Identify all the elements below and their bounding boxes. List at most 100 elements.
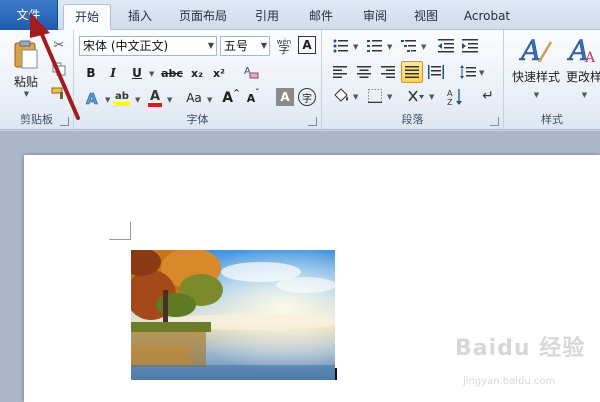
ribbon: 粘贴 ▼ ✂ 剪贴板 宋体 (中文正文) ▼ 五号 ▼ wén 字 A B I … <box>0 30 600 130</box>
paintbrush-icon <box>51 87 63 99</box>
inserted-landscape-picture[interactable] <box>131 250 335 380</box>
font-size-value: 五号 <box>224 39 249 53</box>
tab-review[interactable]: 审阅 <box>352 4 398 30</box>
chevron-down-icon[interactable]: ▼ <box>167 96 172 104</box>
distribute-icon <box>428 65 444 79</box>
asian-layout-icon <box>408 90 424 102</box>
tab-home[interactable]: 开始 <box>63 4 111 30</box>
phonetic-guide-button[interactable]: wén 字 <box>274 36 294 56</box>
chevron-down-icon[interactable]: ▼ <box>421 43 426 51</box>
chevron-down-icon[interactable]: ▼ <box>353 93 358 101</box>
quick-styles-label: 快速样式 <box>511 70 560 84</box>
font-name-combo[interactable]: 宋体 (中文正文) ▼ <box>79 36 217 56</box>
svg-text:A: A <box>86 90 98 107</box>
tab-mailings[interactable]: 邮件 <box>298 4 344 30</box>
line-spacing-icon <box>460 65 476 79</box>
change-styles-button[interactable]: A A 更改样 ▼ <box>564 32 600 106</box>
paste-icon <box>14 40 38 68</box>
paste-label: 粘贴 <box>13 74 38 89</box>
align-right-icon <box>381 66 395 78</box>
tab-acrobat[interactable]: Acrobat <box>456 4 518 30</box>
grow-font-button[interactable]: A ^ <box>222 88 240 108</box>
justify-button[interactable] <box>401 61 423 83</box>
font-size-combo[interactable]: 五号 ▼ <box>220 36 270 56</box>
chevron-down-icon[interactable]: ▼ <box>135 96 140 104</box>
grow-font-icon: A <box>222 90 234 106</box>
chevron-down-icon[interactable]: ▼ <box>353 43 358 51</box>
show-marks-button[interactable]: ↵ <box>478 86 498 106</box>
quick-styles-button[interactable]: A 快速样式 ▼ <box>510 32 562 106</box>
enclose-characters-button[interactable]: 字 <box>298 88 316 106</box>
line-spacing-button[interactable] <box>458 62 478 82</box>
distribute-button[interactable] <box>426 62 446 82</box>
tab-page-layout[interactable]: 页面布局 <box>170 4 236 30</box>
chevron-down-icon[interactable]: ▼ <box>387 43 392 51</box>
chevron-down-icon[interactable]: ▼ <box>387 93 392 101</box>
svg-text:A: A <box>584 50 596 66</box>
chinese-layout-button[interactable] <box>404 86 428 106</box>
bullets-button[interactable] <box>330 36 352 56</box>
align-left-button[interactable] <box>330 62 350 82</box>
chevron-down-icon[interactable]: ▼ <box>479 69 484 77</box>
tab-insert[interactable]: 插入 <box>116 4 164 30</box>
chevron-down-icon[interactable]: ▼ <box>429 93 434 101</box>
paste-button[interactable]: 粘贴 ▼ <box>6 34 46 102</box>
highlight-button[interactable]: ab <box>112 88 132 108</box>
borders-button[interactable] <box>364 86 386 106</box>
clear-formatting-button[interactable]: A <box>240 62 262 82</box>
italic-button[interactable]: I <box>104 64 122 82</box>
font-dialog-launcher[interactable] <box>308 117 317 126</box>
bold-button[interactable]: B <box>82 64 100 82</box>
chevron-down-icon: ▼ <box>533 91 540 99</box>
scissors-icon: ✂ <box>53 37 65 53</box>
font-color-swatch <box>148 102 162 107</box>
chevron-down-icon[interactable]: ▼ <box>208 37 214 55</box>
shading-button[interactable] <box>330 86 352 106</box>
tab-references[interactable]: 引用 <box>244 4 290 30</box>
character-shading-button[interactable]: A <box>276 88 294 106</box>
font-color-icon: A <box>149 88 161 104</box>
align-right-button[interactable] <box>378 62 398 82</box>
text-effects-button[interactable]: A <box>82 88 104 108</box>
copy-button[interactable] <box>50 60 68 78</box>
font-color-button[interactable]: A <box>146 88 164 108</box>
decrease-indent-button[interactable] <box>436 36 456 56</box>
font-group-label: 字体 <box>186 113 209 126</box>
align-center-button[interactable] <box>354 62 374 82</box>
shrink-font-button[interactable]: Aˇ <box>244 88 262 108</box>
multilevel-list-button[interactable] <box>398 36 420 56</box>
clipboard-group: 粘贴 ▼ ✂ 剪贴板 <box>0 30 74 129</box>
numbering-button[interactable] <box>364 36 386 56</box>
tab-file[interactable]: 文件 <box>0 0 58 30</box>
chevron-down-icon[interactable]: ▼ <box>207 96 212 104</box>
chevron-down-icon[interactable]: ▼ <box>105 96 110 104</box>
format-painter-button[interactable] <box>50 84 68 102</box>
chevron-down-icon: ▼ <box>581 91 588 99</box>
shrink-font-icon: A <box>246 91 256 105</box>
tab-view[interactable]: 视图 <box>403 4 449 30</box>
superscript-button[interactable]: x² <box>210 64 228 82</box>
strikethrough-button[interactable]: abc <box>160 64 184 82</box>
outdent-icon <box>438 39 454 53</box>
clipboard-dialog-launcher[interactable] <box>60 117 69 126</box>
chevron-down-icon[interactable]: ▼ <box>149 70 154 78</box>
underline-button[interactable]: U <box>128 64 146 82</box>
subscript-button[interactable]: x₂ <box>188 64 206 82</box>
change-case-button[interactable]: Aa <box>182 88 206 108</box>
indent-icon <box>462 39 478 53</box>
styles-group: A 快速样式 ▼ A A 更改样 ▼ 样式 <box>504 30 600 129</box>
styles-group-label: 样式 <box>541 113 563 126</box>
character-border-button[interactable]: A <box>298 36 316 54</box>
text-cursor <box>335 368 337 380</box>
increase-indent-button[interactable] <box>460 36 480 56</box>
font-name-value: 宋体 (中文正文) <box>83 39 169 53</box>
chevron-down-icon[interactable]: ▼ <box>261 37 267 55</box>
ribbon-tab-bar: 文件 开始 插入 页面布局 引用 邮件 审阅 视图 Acrobat <box>0 0 600 30</box>
lake-autumn-image <box>131 250 335 380</box>
cut-button[interactable]: ✂ <box>50 36 68 54</box>
change-styles-icon: A A <box>567 34 596 66</box>
paragraph-dialog-launcher[interactable] <box>490 117 499 126</box>
sort-button[interactable]: A Z <box>444 86 466 108</box>
text-effects-icon: A <box>86 90 99 107</box>
copy-icon <box>52 62 66 76</box>
